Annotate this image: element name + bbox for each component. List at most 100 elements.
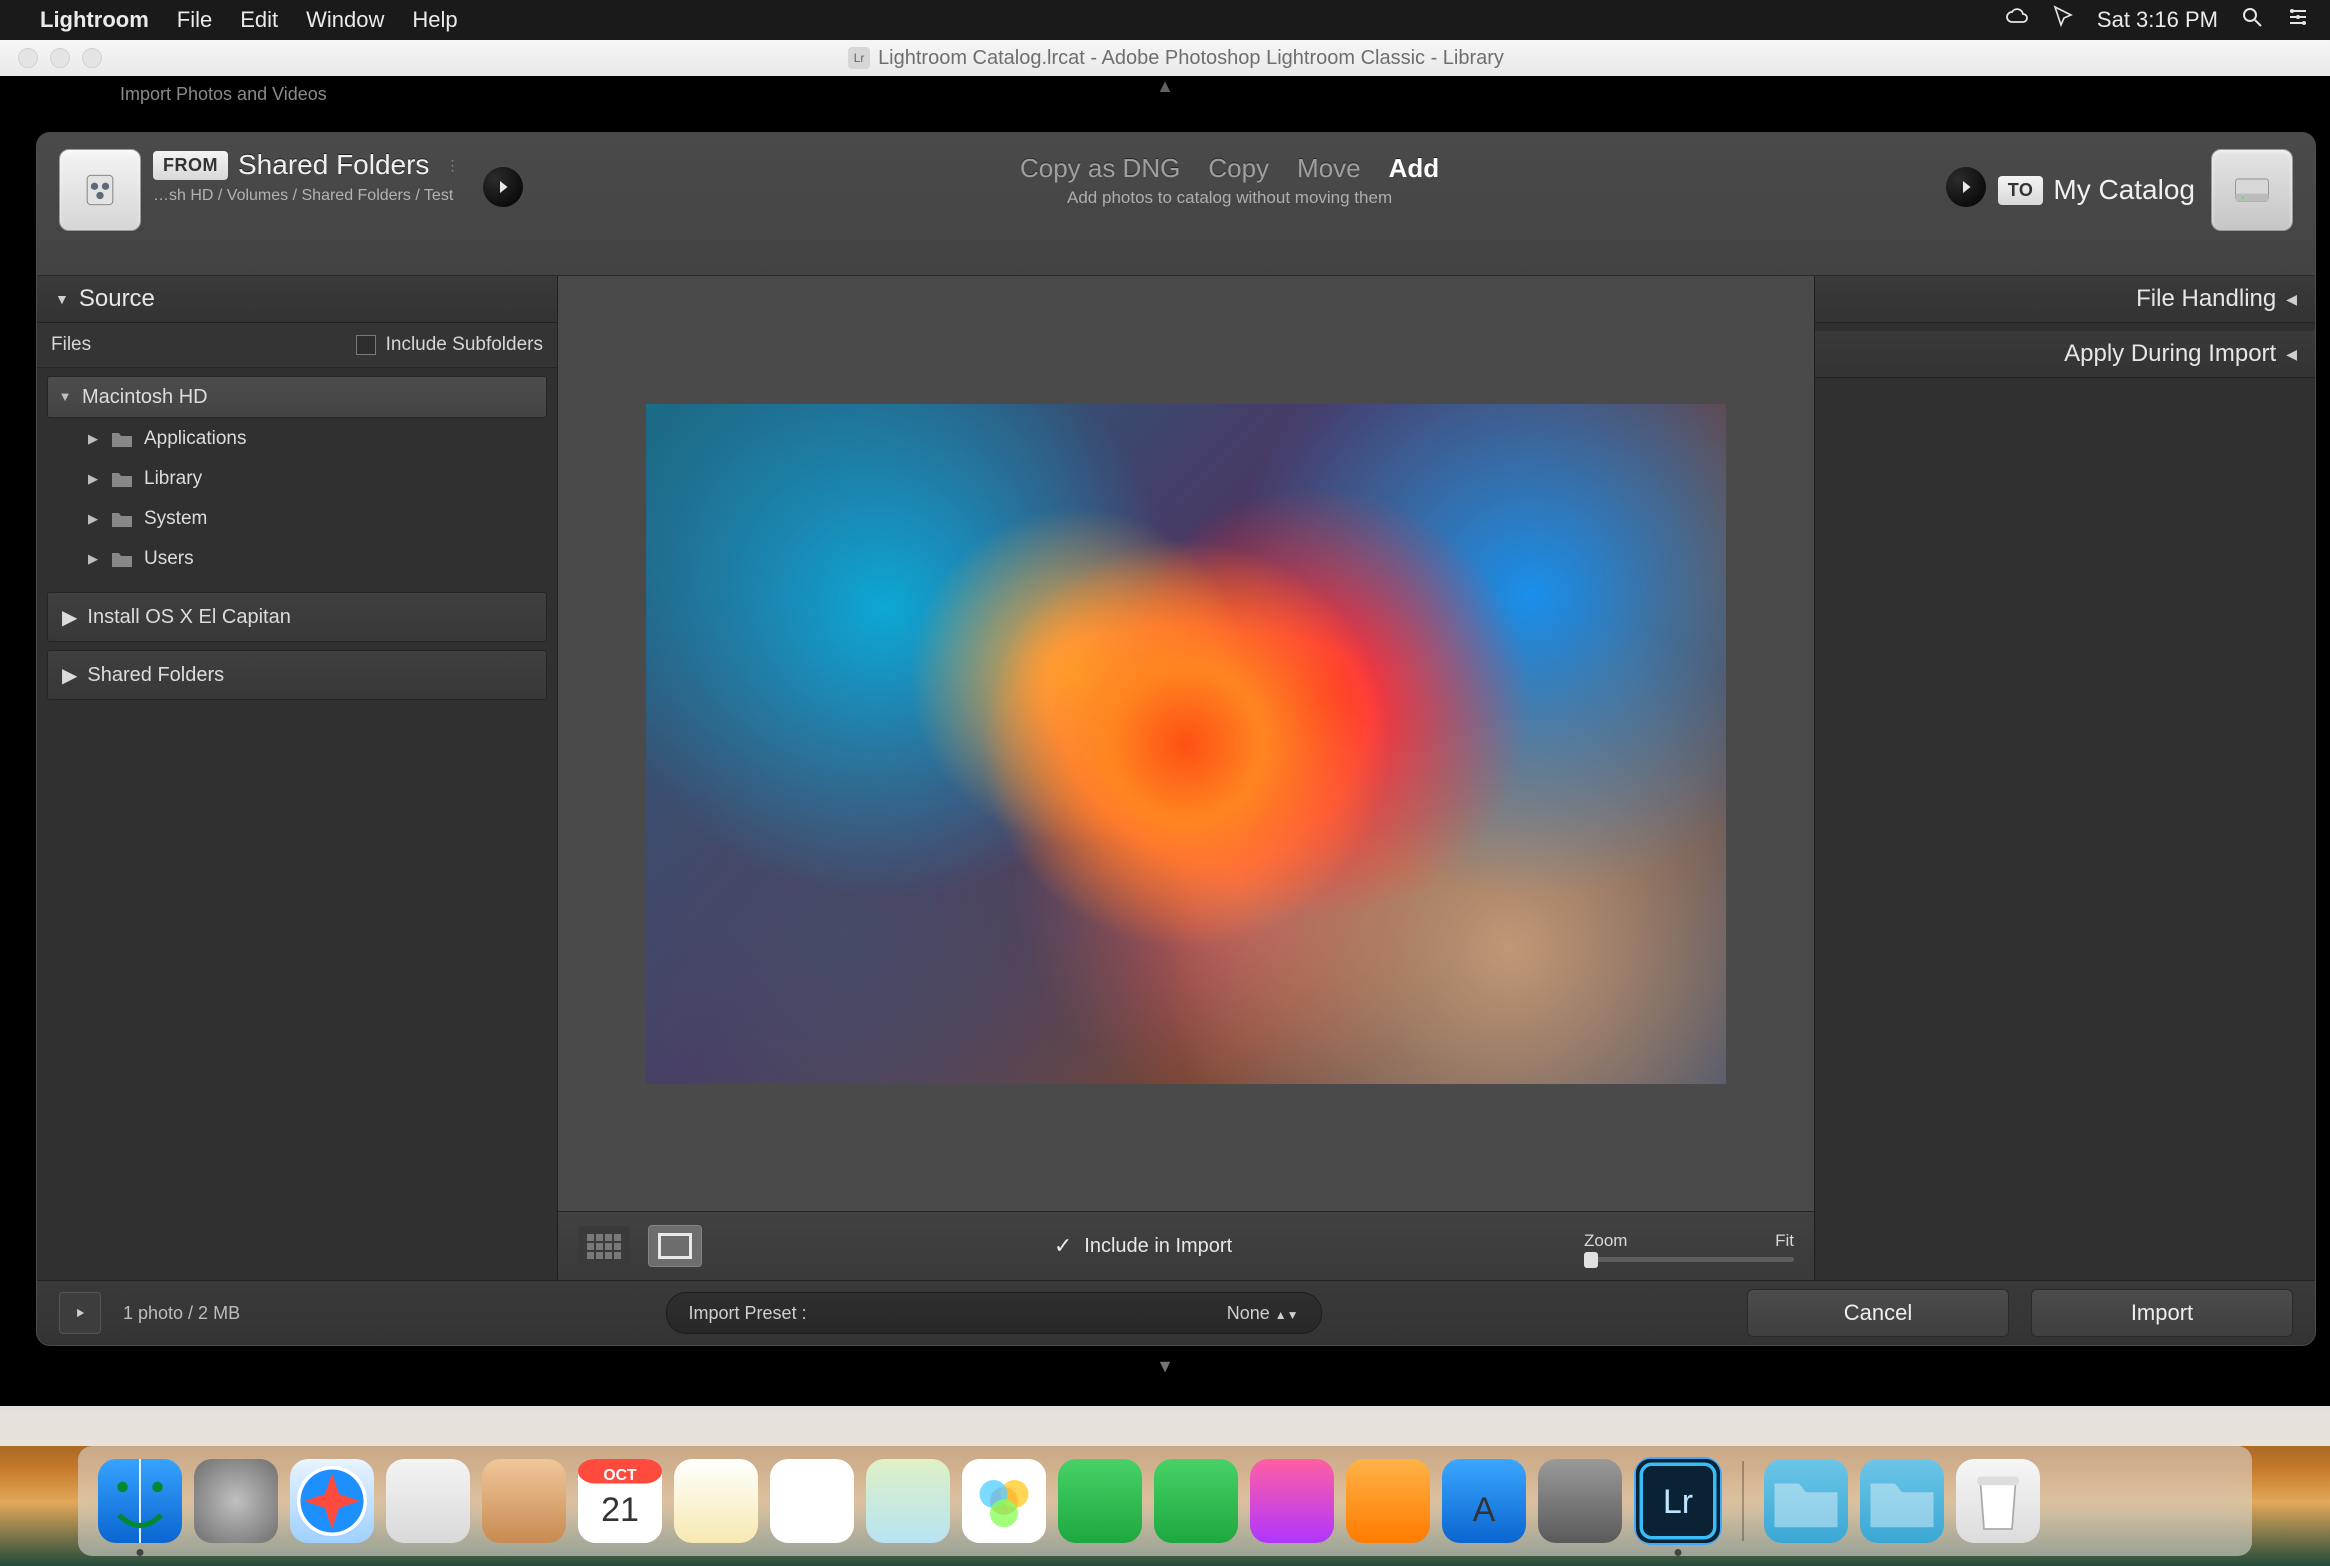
menu-edit[interactable]: Edit [240,7,278,33]
import-topbar: FROM Shared Folders ⋮ …sh HD / Volumes /… [37,133,2315,276]
macos-dock: OCT21 A Lr [78,1446,2252,1556]
next-arrow-from-icon[interactable] [483,167,523,207]
dock-app-messages[interactable] [1058,1459,1142,1543]
dock-app-reminders[interactable] [770,1459,854,1543]
macos-menubar: Lightroom File Edit Window Help Sat 3:16… [0,0,2330,40]
op-copy-dng[interactable]: Copy as DNG [1020,153,1180,184]
fit-label: Fit [1775,1231,1794,1251]
app-name-menu[interactable]: Lightroom [40,7,149,33]
preset-label: Import Preset : [689,1303,807,1324]
source-panel-title: Source [79,285,155,313]
dock-app-maps[interactable] [866,1459,950,1543]
menu-window[interactable]: Window [306,7,384,33]
back-view-label: Import Photos and Videos [120,84,327,105]
minimize-import-button[interactable] [59,1292,101,1334]
disk-label: Macintosh HD [82,386,208,409]
dock-app-finder[interactable] [98,1459,182,1543]
from-badge: FROM [153,151,228,180]
op-description: Add photos to catalog without moving the… [1067,188,1392,208]
desktop-area: OCT21 A Lr [0,1406,2330,1566]
op-add[interactable]: Add [1389,153,1440,184]
source-panel-header[interactable]: ▼ Source [37,276,557,323]
grid-view-button[interactable] [578,1226,630,1266]
control-center-icon[interactable] [2286,5,2310,35]
dock-app-preferences[interactable] [1538,1459,1622,1543]
dock-app-appstore[interactable]: A [1442,1459,1526,1543]
op-copy[interactable]: Copy [1208,153,1269,184]
destination-title[interactable]: My Catalog [2053,174,2195,206]
dock-downloads-folder[interactable] [1860,1459,1944,1543]
import-status: 1 photo / 2 MB [123,1303,240,1324]
dock-app-ibooks[interactable] [1346,1459,1430,1543]
to-badge: TO [1998,176,2044,205]
creative-cloud-icon[interactable] [2005,5,2029,35]
tree-folder[interactable]: ▶Library [75,460,547,498]
dock-trash[interactable] [1956,1459,2040,1543]
preview-toolbar: ✓ Include in Import Zoom Fit [558,1211,1814,1280]
dock-app-mail[interactable] [386,1459,470,1543]
next-arrow-to-icon[interactable] [1946,167,1986,207]
chevron-right-icon: ▶ [62,663,77,688]
source-dropdown-icon[interactable]: ⋮ [445,157,461,174]
source-drive-icon[interactable] [59,149,141,231]
dock-app-calendar[interactable]: OCT21 [578,1459,662,1543]
preview-panel: ✓ Include in Import Zoom Fit [558,276,1814,1280]
include-subfolders-checkbox[interactable] [356,335,376,355]
apply-during-import-header[interactable]: Apply During Import ◀ [1815,331,2315,378]
files-label: Files [51,334,91,356]
folder-icon [110,509,134,529]
zoom-slider[interactable]: Zoom Fit [1584,1231,1794,1262]
collapse-top-icon[interactable]: ▲ [1156,76,1174,97]
import-preset-dropdown[interactable]: Import Preset : None ▲▼ [666,1292,1322,1334]
spotlight-icon[interactable] [2240,5,2264,35]
module-strip: Import Photos and Videos ▲ [0,76,2330,112]
folder-icon [110,469,134,489]
tree-volume[interactable]: ▶Shared Folders [47,650,547,700]
settings-panel: File Handling ◀ Apply During Import ◀ [1814,276,2315,1280]
tree-disk[interactable]: ▼ Macintosh HD [47,376,547,418]
collapse-bottom-icon[interactable]: ▼ [1156,1356,1174,1377]
dock-apps-folder[interactable] [1764,1459,1848,1543]
tree-folder[interactable]: ▶ Applications [75,420,547,458]
menubar-clock[interactable]: Sat 3:16 PM [2097,7,2218,33]
tree-folder[interactable]: ▶Users [75,540,547,578]
dock-app-lightroom[interactable]: Lr [1634,1457,1722,1545]
cursor-status-icon[interactable] [2051,5,2075,35]
window-titlebar: Lr Lightroom Catalog.lrcat - Adobe Photo… [0,40,2330,77]
menu-file[interactable]: File [177,7,212,33]
source-panel: ▼ Source Files Include Subfolders ▼ Maci… [37,276,558,1280]
slider-handle-icon[interactable] [1584,1252,1598,1268]
chevron-down-icon: ▼ [55,291,69,307]
loupe-view-button[interactable] [648,1225,702,1267]
op-move[interactable]: Move [1297,153,1361,184]
import-button[interactable]: Import [2031,1289,2293,1337]
check-icon[interactable]: ✓ [1054,1233,1072,1259]
volume-label: Install OS X El Capitan [87,606,290,629]
dock-app-launchpad[interactable] [194,1459,278,1543]
dock-app-facetime[interactable] [1154,1459,1238,1543]
import-dialog: FROM Shared Folders ⋮ …sh HD / Volumes /… [36,132,2316,1346]
dock-app-contacts[interactable] [482,1459,566,1543]
photo-thumbnail[interactable] [646,404,1726,1084]
tree-volume[interactable]: ▶Install OS X El Capitan [47,592,547,642]
dock-app-safari[interactable] [290,1459,374,1543]
zoom-label: Zoom [1584,1231,1627,1251]
chevron-left-icon: ◀ [2286,291,2297,308]
dock-app-photos[interactable] [962,1459,1046,1543]
window-traffic-lights[interactable] [18,48,102,68]
cancel-button[interactable]: Cancel [1747,1289,2009,1337]
destination-drive-icon[interactable] [2211,149,2293,231]
source-title[interactable]: Shared Folders [238,149,429,181]
chevron-right-icon: ▶ [86,431,100,447]
include-in-import-label[interactable]: Include in Import [1084,1235,1232,1258]
chevron-right-icon: ▶ [86,551,100,567]
window-title: Lightroom Catalog.lrcat - Adobe Photosho… [878,47,1504,70]
dock-app-itunes[interactable] [1250,1459,1334,1543]
dock-separator [1742,1461,1744,1541]
menu-help[interactable]: Help [412,7,457,33]
dock-app-notes[interactable] [674,1459,758,1543]
file-handling-header[interactable]: File Handling ◀ [1815,276,2315,323]
folder-label: Applications [144,428,246,450]
window-app-icon: Lr [848,47,870,69]
tree-folder[interactable]: ▶System [75,500,547,538]
